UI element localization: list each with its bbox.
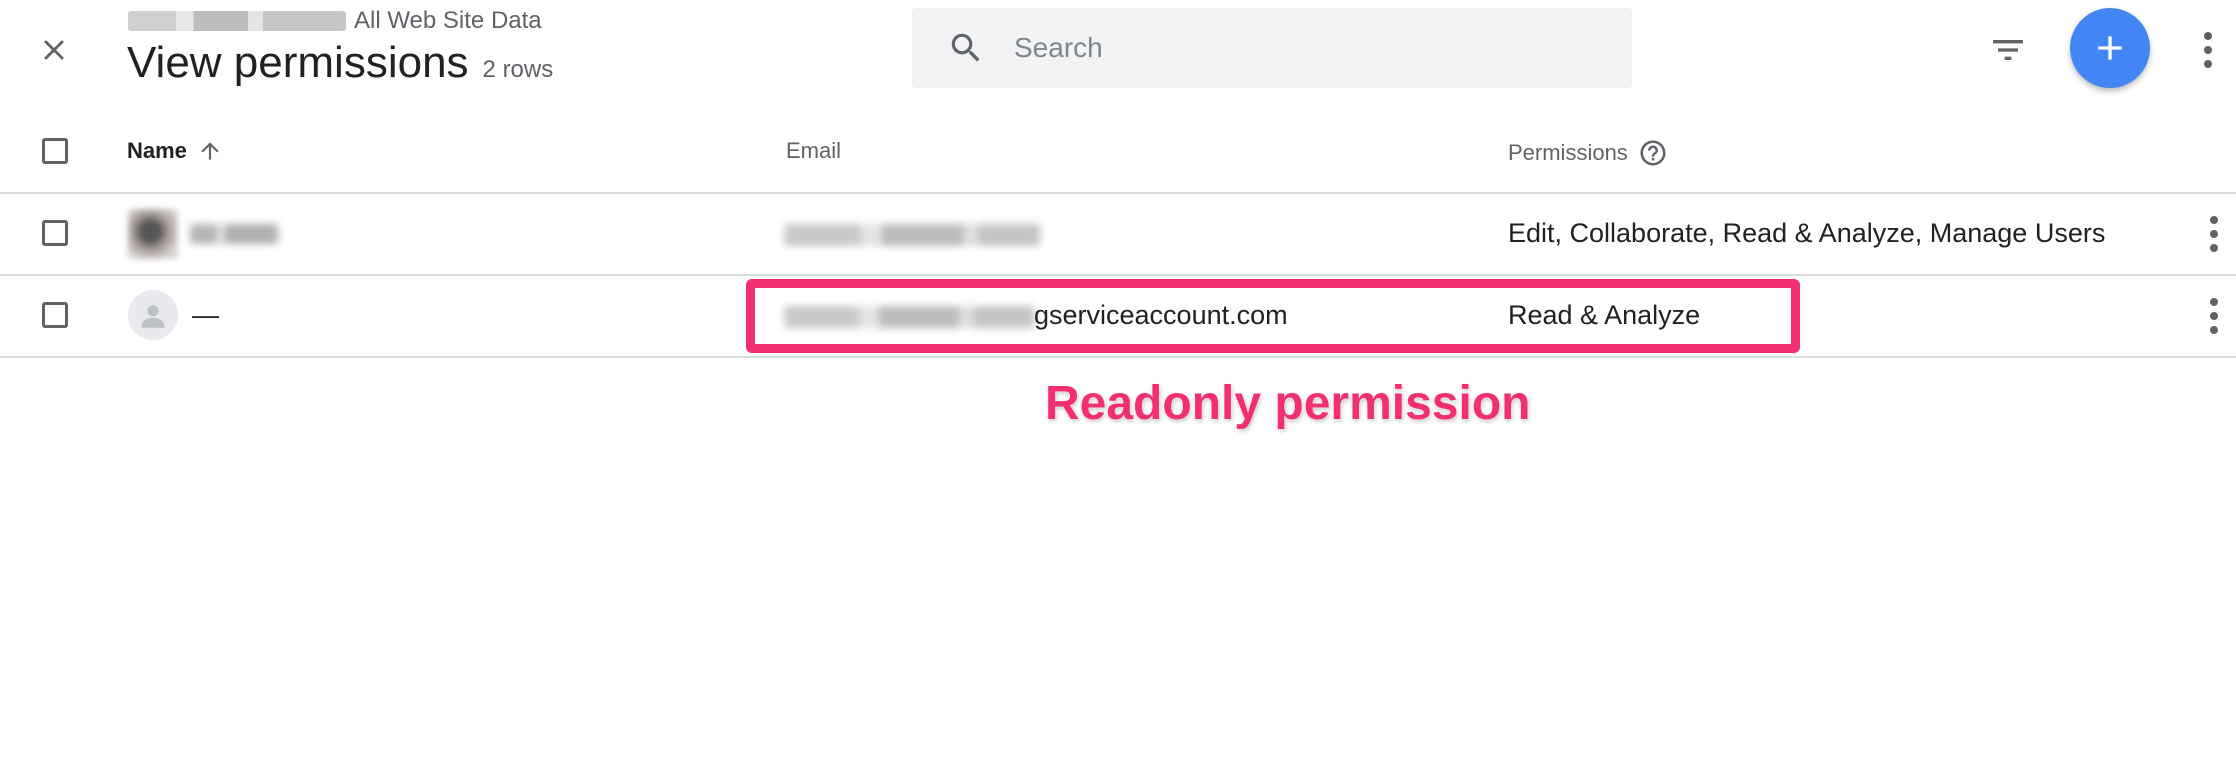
- arrow-up-icon: [201, 142, 219, 160]
- close-icon: [44, 40, 64, 60]
- filter-button[interactable]: [1984, 26, 2032, 74]
- row-2-name: —: [192, 300, 219, 330]
- person-icon: [141, 305, 165, 328]
- search-input[interactable]: [1012, 31, 1576, 65]
- more-vert-icon: [2210, 216, 2218, 252]
- page-title: View permissions 2 rows: [127, 38, 553, 88]
- close-button[interactable]: [26, 22, 82, 78]
- column-header-email-label: Email: [786, 138, 842, 163]
- row-2-more-button[interactable]: [2200, 294, 2228, 338]
- column-header-name[interactable]: Name: [127, 138, 223, 164]
- row-divider: [0, 274, 2236, 276]
- filter-icon: [1993, 40, 2023, 60]
- row-1-name-redacted: [190, 224, 278, 244]
- breadcrumb: All Web Site Data: [128, 6, 542, 36]
- breadcrumb-redacted-account: [128, 11, 346, 31]
- page-title-text: View permissions: [127, 38, 469, 87]
- select-all-checkbox[interactable]: [42, 138, 68, 164]
- more-options-button[interactable]: [2194, 26, 2222, 74]
- column-header-email: Email: [786, 138, 841, 164]
- column-header-permissions: Permissions: [1508, 138, 1668, 168]
- row-divider: [0, 356, 2236, 358]
- column-header-name-label: Name: [127, 138, 187, 163]
- row-2-checkbox[interactable]: [42, 302, 68, 328]
- highlight-box: [746, 279, 1800, 353]
- row-1-avatar: [128, 209, 178, 259]
- row-1-email-redacted: [784, 224, 1040, 246]
- breadcrumb-view: All Web Site Data: [354, 7, 542, 34]
- search-icon: [946, 28, 986, 68]
- row-1-permissions: Edit, Collaborate, Read & Analyze, Manag…: [1508, 218, 2106, 248]
- row-count: 2 rows: [482, 56, 554, 83]
- help-circle-icon[interactable]: [1638, 138, 1668, 168]
- annotation-label: Readonly permission: [1045, 377, 1531, 430]
- header-divider: [0, 192, 2236, 194]
- add-user-button[interactable]: [2070, 8, 2150, 88]
- row-1-checkbox[interactable]: [42, 220, 68, 246]
- more-vert-icon: [2204, 32, 2212, 68]
- search-bar[interactable]: [912, 8, 1632, 88]
- row-1-more-button[interactable]: [2200, 212, 2228, 256]
- column-header-permissions-label: Permissions: [1508, 140, 1628, 165]
- row-2-avatar: [128, 290, 178, 340]
- add-icon: [2098, 36, 2122, 60]
- more-vert-icon: [2210, 298, 2218, 334]
